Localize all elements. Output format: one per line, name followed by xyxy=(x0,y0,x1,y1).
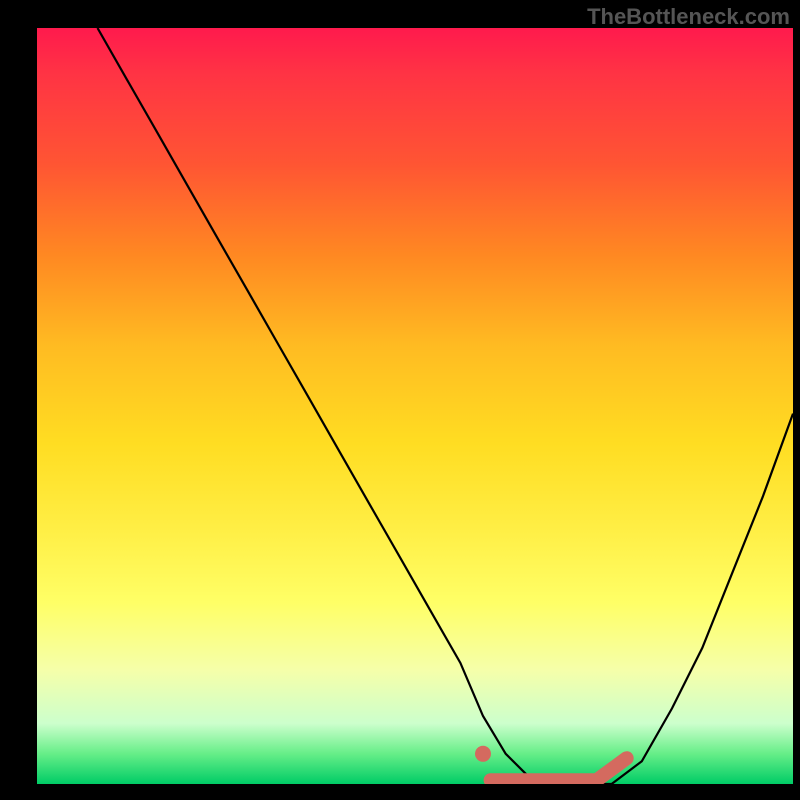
marker-dot xyxy=(475,746,491,762)
bottleneck-curve-svg xyxy=(37,28,793,784)
watermark-text: TheBottleneck.com xyxy=(587,4,790,30)
curve-path xyxy=(98,28,794,784)
chart-plot-area xyxy=(37,28,793,784)
highlight-segment xyxy=(491,758,627,780)
